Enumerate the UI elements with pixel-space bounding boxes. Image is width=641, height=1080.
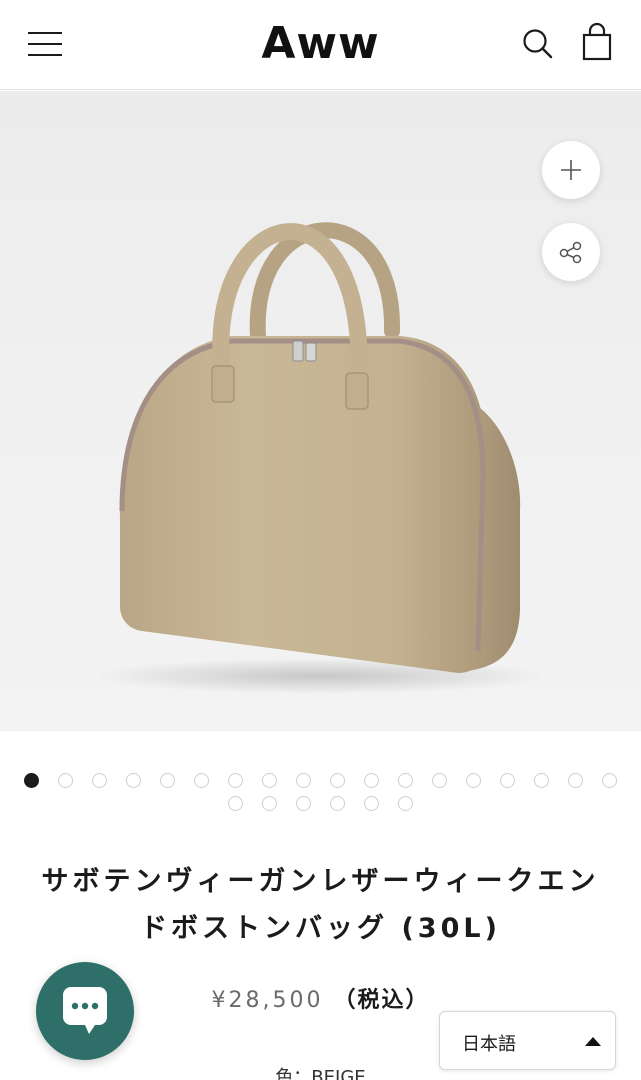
pagination-dot[interactable]	[160, 772, 175, 788]
pagination-dot[interactable]	[398, 772, 413, 788]
pagination-dot[interactable]	[330, 772, 345, 788]
language-selector[interactable]: 日本語	[439, 1011, 616, 1070]
tax-label: （税込）	[333, 988, 430, 1013]
shopping-bag-icon[interactable]	[578, 22, 616, 64]
share-icon[interactable]	[542, 223, 600, 281]
site-header: Aww	[0, 0, 641, 90]
plus-icon[interactable]	[542, 141, 600, 199]
pagination-dot[interactable]	[58, 772, 73, 788]
pagination-dot[interactable]	[92, 772, 107, 788]
language-label: 日本語	[462, 1034, 516, 1055]
pagination-dot[interactable]	[296, 772, 311, 788]
pagination-dot[interactable]	[432, 772, 447, 788]
pagination-dot[interactable]	[262, 795, 277, 811]
pagination-dot[interactable]	[262, 772, 277, 788]
pagination-dot[interactable]	[296, 795, 311, 811]
pagination-row	[0, 793, 641, 813]
caret-up-icon	[585, 1037, 601, 1046]
pagination-dot[interactable]	[466, 772, 481, 788]
pagination-dot[interactable]	[534, 772, 549, 788]
chat-bubble-icon	[63, 987, 107, 1034]
pagination-dot[interactable]	[126, 772, 141, 788]
search-icon[interactable]	[520, 26, 556, 62]
pagination-dot[interactable]	[602, 772, 617, 788]
product-title: サボテンヴィーガンレザーウィークエンドボストンバッグ (30L)	[41, 866, 600, 944]
pagination-dot[interactable]	[364, 795, 379, 811]
pagination-dot[interactable]	[500, 772, 515, 788]
pagination-dot[interactable]	[398, 795, 413, 811]
product-image[interactable]	[0, 91, 641, 731]
pagination-dot[interactable]	[228, 795, 243, 811]
pagination-dot[interactable]	[568, 772, 583, 788]
chat-button[interactable]	[36, 962, 134, 1060]
gallery-pagination	[0, 770, 641, 813]
pagination-row	[0, 770, 641, 790]
product-price: ¥28,500	[211, 988, 324, 1013]
pagination-dot[interactable]	[194, 772, 209, 788]
product-gallery[interactable]	[0, 91, 641, 731]
pagination-dot[interactable]	[24, 772, 39, 788]
pagination-dot[interactable]	[330, 795, 345, 811]
pagination-dot[interactable]	[228, 772, 243, 788]
pagination-dot[interactable]	[364, 772, 379, 788]
